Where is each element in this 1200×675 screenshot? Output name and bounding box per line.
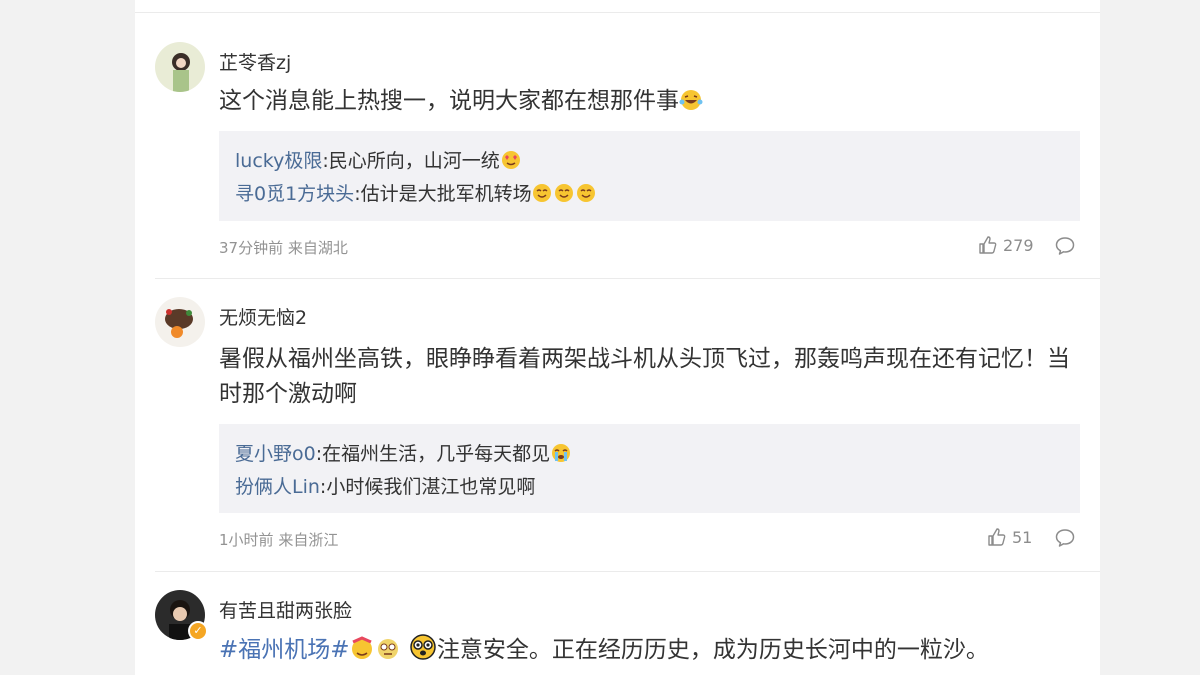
verified-badge-icon: ✓ [188, 621, 208, 641]
comment-text-content: 注意安全。正在经历历史，成为历史长河中的一粒沙。 [436, 637, 989, 663]
comment-text: #福州机场# 注意安全。正在经历历史，成为历史长河中的一粒沙。 [219, 633, 1079, 671]
comment-feed: 芷苓香zj 这个消息能上热搜一，说明大家都在想那件事 lucky极限:民心所向，… [135, 0, 1100, 675]
username[interactable]: 有苦且甜两张脸 [219, 596, 352, 623]
shocked-emoji-icon [409, 634, 437, 671]
hashtag-link[interactable]: #福州机场# [219, 637, 350, 663]
party-emoji-icon [350, 636, 402, 671]
comment-item: ✓ 有苦且甜两张脸 #福州机场# 注意安全。正在经历历史，成为历史长河中的一粒沙… [135, 0, 1100, 675]
